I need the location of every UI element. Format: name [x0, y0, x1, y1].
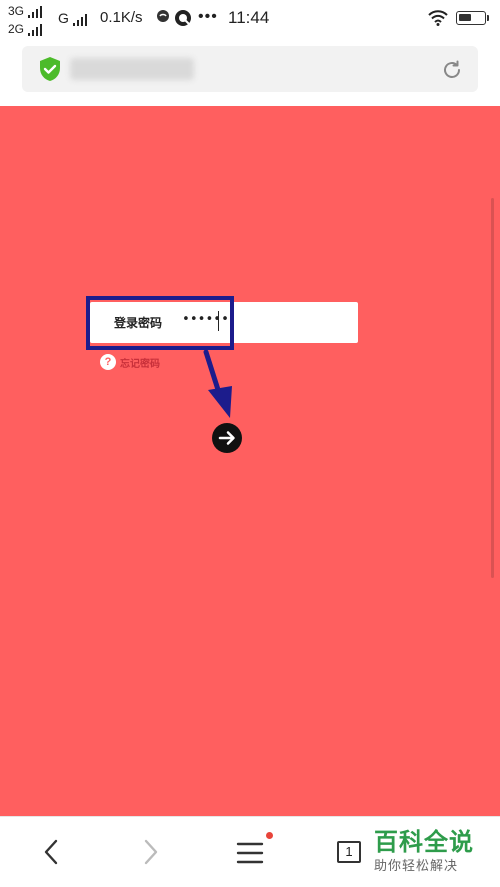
chevron-left-icon [44, 839, 58, 865]
signal-bars-icon [72, 14, 87, 26]
network-type-1: 3G [8, 4, 25, 18]
signal-bars-icon [28, 6, 43, 18]
battery-icon [456, 11, 489, 25]
url-text-blurred[interactable] [70, 58, 194, 80]
forgot-password-link[interactable]: ? 忘记密码 [100, 354, 160, 370]
back-button[interactable] [40, 837, 64, 871]
browser-toolbar [0, 36, 500, 106]
forward-button[interactable] [138, 837, 162, 871]
chevron-right-icon [144, 839, 158, 865]
q-app-icon [174, 9, 192, 31]
network-indicator-secondary: G [58, 10, 87, 26]
menu-button[interactable] [236, 841, 264, 869]
watermark-subtitle: 助你轻松解决 [374, 859, 459, 874]
shield-check-icon [38, 56, 62, 86]
clock: 11:44 [228, 8, 270, 27]
arrow-right-icon [218, 431, 235, 445]
network-speed: 0.1K/s [100, 9, 143, 26]
page-scrollbar[interactable] [491, 198, 494, 578]
watermark-title: 百科全说 [374, 828, 474, 856]
chat-app-icon [156, 9, 170, 29]
annotation-highlight-box [86, 296, 234, 350]
submit-login-button[interactable] [212, 423, 242, 453]
signal-bars-icon [28, 24, 43, 36]
wifi-icon [428, 10, 448, 30]
overflow-dots-icon: ••• [198, 8, 218, 25]
forgot-password-label: 忘记密码 [120, 358, 160, 370]
network-type-2: 2G [8, 22, 25, 36]
question-icon: ? [100, 354, 116, 370]
notification-dot [266, 832, 273, 839]
reload-icon[interactable] [440, 58, 464, 86]
annotation-arrow-icon [203, 349, 232, 418]
address-bar[interactable] [22, 46, 478, 92]
status-bar: 3G 2G G 0.1K/s ••• 11:44 [0, 0, 500, 36]
tabs-button[interactable]: 1 [337, 841, 361, 863]
watermark: 百科全说 助你轻松解决 [374, 828, 494, 876]
network-indicator: 3G 2G [8, 4, 43, 36]
network-type-3: G [58, 10, 69, 26]
menu-icon [236, 842, 264, 864]
web-page-content: 登录密码 •••••• ? 忘记密码 [0, 106, 500, 816]
